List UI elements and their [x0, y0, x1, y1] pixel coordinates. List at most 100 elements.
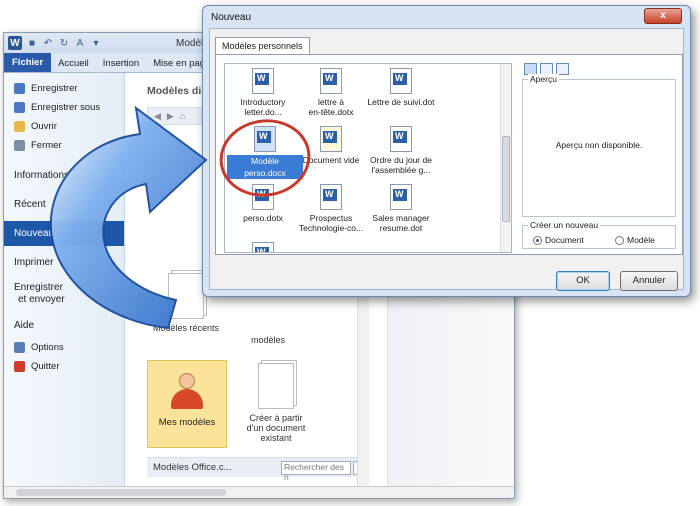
cancel-button[interactable]: Annuler — [620, 271, 678, 291]
file-label-1: Document vide — [302, 155, 360, 165]
customize-qat-icon[interactable]: ▾ — [90, 37, 102, 49]
radio-modele[interactable]: Modèle — [615, 235, 655, 245]
tab-accueil[interactable]: Accueil — [51, 55, 96, 72]
tab-imprimer[interactable]: Imprimer — [4, 250, 124, 275]
clock-doc-icon — [168, 273, 204, 319]
exit-icon — [14, 361, 25, 372]
cmd-label: Options — [31, 342, 64, 353]
word-document-icon — [254, 126, 276, 152]
apercu-label: Aperçu — [528, 74, 559, 84]
word-template-icon — [320, 184, 342, 210]
tab-panel: Introductory letter.do... lettre à en-tê… — [215, 54, 683, 255]
ok-button[interactable]: OK — [556, 271, 610, 291]
back-arrow-icon[interactable]: ◀ — [154, 111, 161, 122]
cmd-label: Enregistrer — [31, 83, 78, 94]
save-icon — [14, 83, 25, 94]
cmd-enregistrer[interactable]: Enregistrer — [4, 79, 124, 98]
close-button[interactable]: x — [644, 8, 682, 24]
radio-document[interactable]: Document — [533, 235, 584, 245]
word-template-icon — [252, 68, 274, 94]
apercu-groupbox: Aperçu Aperçu non disponible. — [522, 74, 676, 217]
office-bar-label: Modèles Office.c... — [153, 462, 232, 473]
tile-label-2: d'un document — [246, 423, 306, 433]
nouveau-dialog: Nouveau x Modèles personnels Introductor… — [202, 5, 691, 297]
cmd-ouvrir[interactable]: Ouvrir — [4, 117, 124, 136]
radio-label: Document — [545, 235, 584, 245]
cmd-label: Fermer — [31, 140, 62, 151]
tile-exemples[interactable]: modèles — [229, 335, 307, 345]
template-file-list[interactable]: Introductory letter.do... lettre à en-tê… — [224, 63, 512, 253]
file-item[interactable]: Sales manager resume.dot — [363, 184, 439, 233]
file-label-2: letter.do... — [244, 107, 282, 117]
cmd-label: Quitter — [31, 361, 60, 372]
word-warning-icon — [320, 126, 342, 152]
home-icon[interactable]: ⌂ — [180, 111, 185, 121]
tab-aide[interactable]: Aide — [4, 313, 124, 338]
tab-nouveau[interactable]: Nouveau — [4, 221, 124, 246]
apercu-message: Aperçu non disponible. — [555, 140, 643, 150]
file-label-2: l'assemblée g... — [371, 165, 431, 175]
cmd-quitter[interactable]: Quitter — [4, 357, 124, 376]
cmd-label: Ouvrir — [31, 121, 57, 132]
tile-label: modèles — [250, 335, 286, 345]
user-icon — [168, 367, 206, 413]
tab-modeles-personnels[interactable]: Modèles personnels — [215, 37, 310, 54]
undo-icon[interactable]: ↶ — [42, 37, 54, 49]
file-item[interactable]: lettre à en-tête.dotx — [293, 68, 369, 117]
file-item[interactable]: Introductory letter.do... — [225, 68, 301, 117]
tile-label: Mes modèles — [158, 417, 216, 428]
dialog-body: Modèles personnels Introductory letter.d… — [209, 28, 684, 291]
file-item[interactable]: perso.dotx — [225, 184, 301, 223]
radio-label: Modèle — [627, 235, 655, 245]
tile-label-1: Créer à partir — [249, 413, 303, 423]
file-label-1: Modèle — [227, 155, 303, 167]
tile-label-3: existant — [260, 433, 292, 443]
cmd-options[interactable]: Options — [4, 338, 124, 357]
dialog-title: Nouveau — [211, 11, 252, 23]
file-label-1: Ordre du jour de — [370, 155, 432, 165]
word-template-icon — [390, 184, 412, 210]
close-doc-icon — [14, 140, 25, 151]
tab-enregistrer-envoyer[interactable]: Enregistrer et envoyer — [4, 275, 124, 313]
file-label-1: Sales manager — [372, 213, 430, 223]
radio-dot-icon — [615, 235, 624, 245]
file-item[interactable]: Lettre de suivi.dot — [363, 68, 439, 107]
forward-arrow-icon[interactable]: ▶ — [167, 111, 174, 122]
word-template-icon — [390, 126, 412, 152]
file-label-2: perso.docx — [227, 167, 303, 179]
horizontal-scrollbar[interactable] — [4, 486, 514, 498]
tile-creer-existant[interactable]: Créer à partir d'un document existant — [237, 363, 315, 443]
scroll-thumb[interactable] — [16, 489, 226, 496]
tab-insertion[interactable]: Insertion — [96, 55, 146, 72]
file-list-scrollbar[interactable] — [500, 64, 511, 252]
file-label-1: Prospectus — [309, 213, 353, 223]
save-icon[interactable]: ■ — [26, 37, 38, 49]
cmd-fermer[interactable]: Fermer — [4, 136, 124, 155]
file-item[interactable]: Prospectus Technologie-co... — [293, 184, 369, 233]
scroll-thumb[interactable] — [502, 136, 510, 222]
word-template-icon — [252, 242, 274, 252]
redo-icon[interactable]: ↻ — [58, 37, 70, 49]
backstage-nav: Enregistrer Enregistrer sous Ouvrir Ferm… — [4, 73, 125, 498]
tile-label: Modèles récents — [152, 323, 220, 333]
word-template-icon — [390, 68, 412, 94]
font-icon[interactable]: A — [74, 37, 86, 49]
tile-mes-modeles[interactable]: Mes modèles — [147, 360, 227, 448]
word-template-icon — [320, 68, 342, 94]
cmd-enregistrer-sous[interactable]: Enregistrer sous — [4, 98, 124, 117]
tab-informations[interactable]: Informations — [4, 163, 124, 188]
office-templates-bar: Modèles Office.c... Rechercher des n → — [147, 457, 367, 482]
file-item[interactable]: Ordre du jour de l'assemblée g... — [363, 126, 439, 175]
file-item-partial[interactable] — [225, 242, 301, 252]
tab-recent[interactable]: Récent — [4, 192, 124, 217]
file-item[interactable]: Document vide — [293, 126, 369, 165]
file-item-selected[interactable]: Modèle perso.docx — [227, 126, 303, 179]
radio-dot-icon — [533, 235, 542, 245]
tab-fichier[interactable]: Fichier — [4, 53, 52, 72]
word-template-icon — [252, 184, 274, 210]
folder-open-icon — [14, 121, 25, 132]
options-icon — [14, 342, 25, 353]
search-online-input[interactable]: Rechercher des n — [281, 461, 351, 482]
creer-groupbox: Créer un nouveau Document Modèle — [522, 220, 676, 249]
file-label-1: Introductory — [240, 97, 286, 107]
